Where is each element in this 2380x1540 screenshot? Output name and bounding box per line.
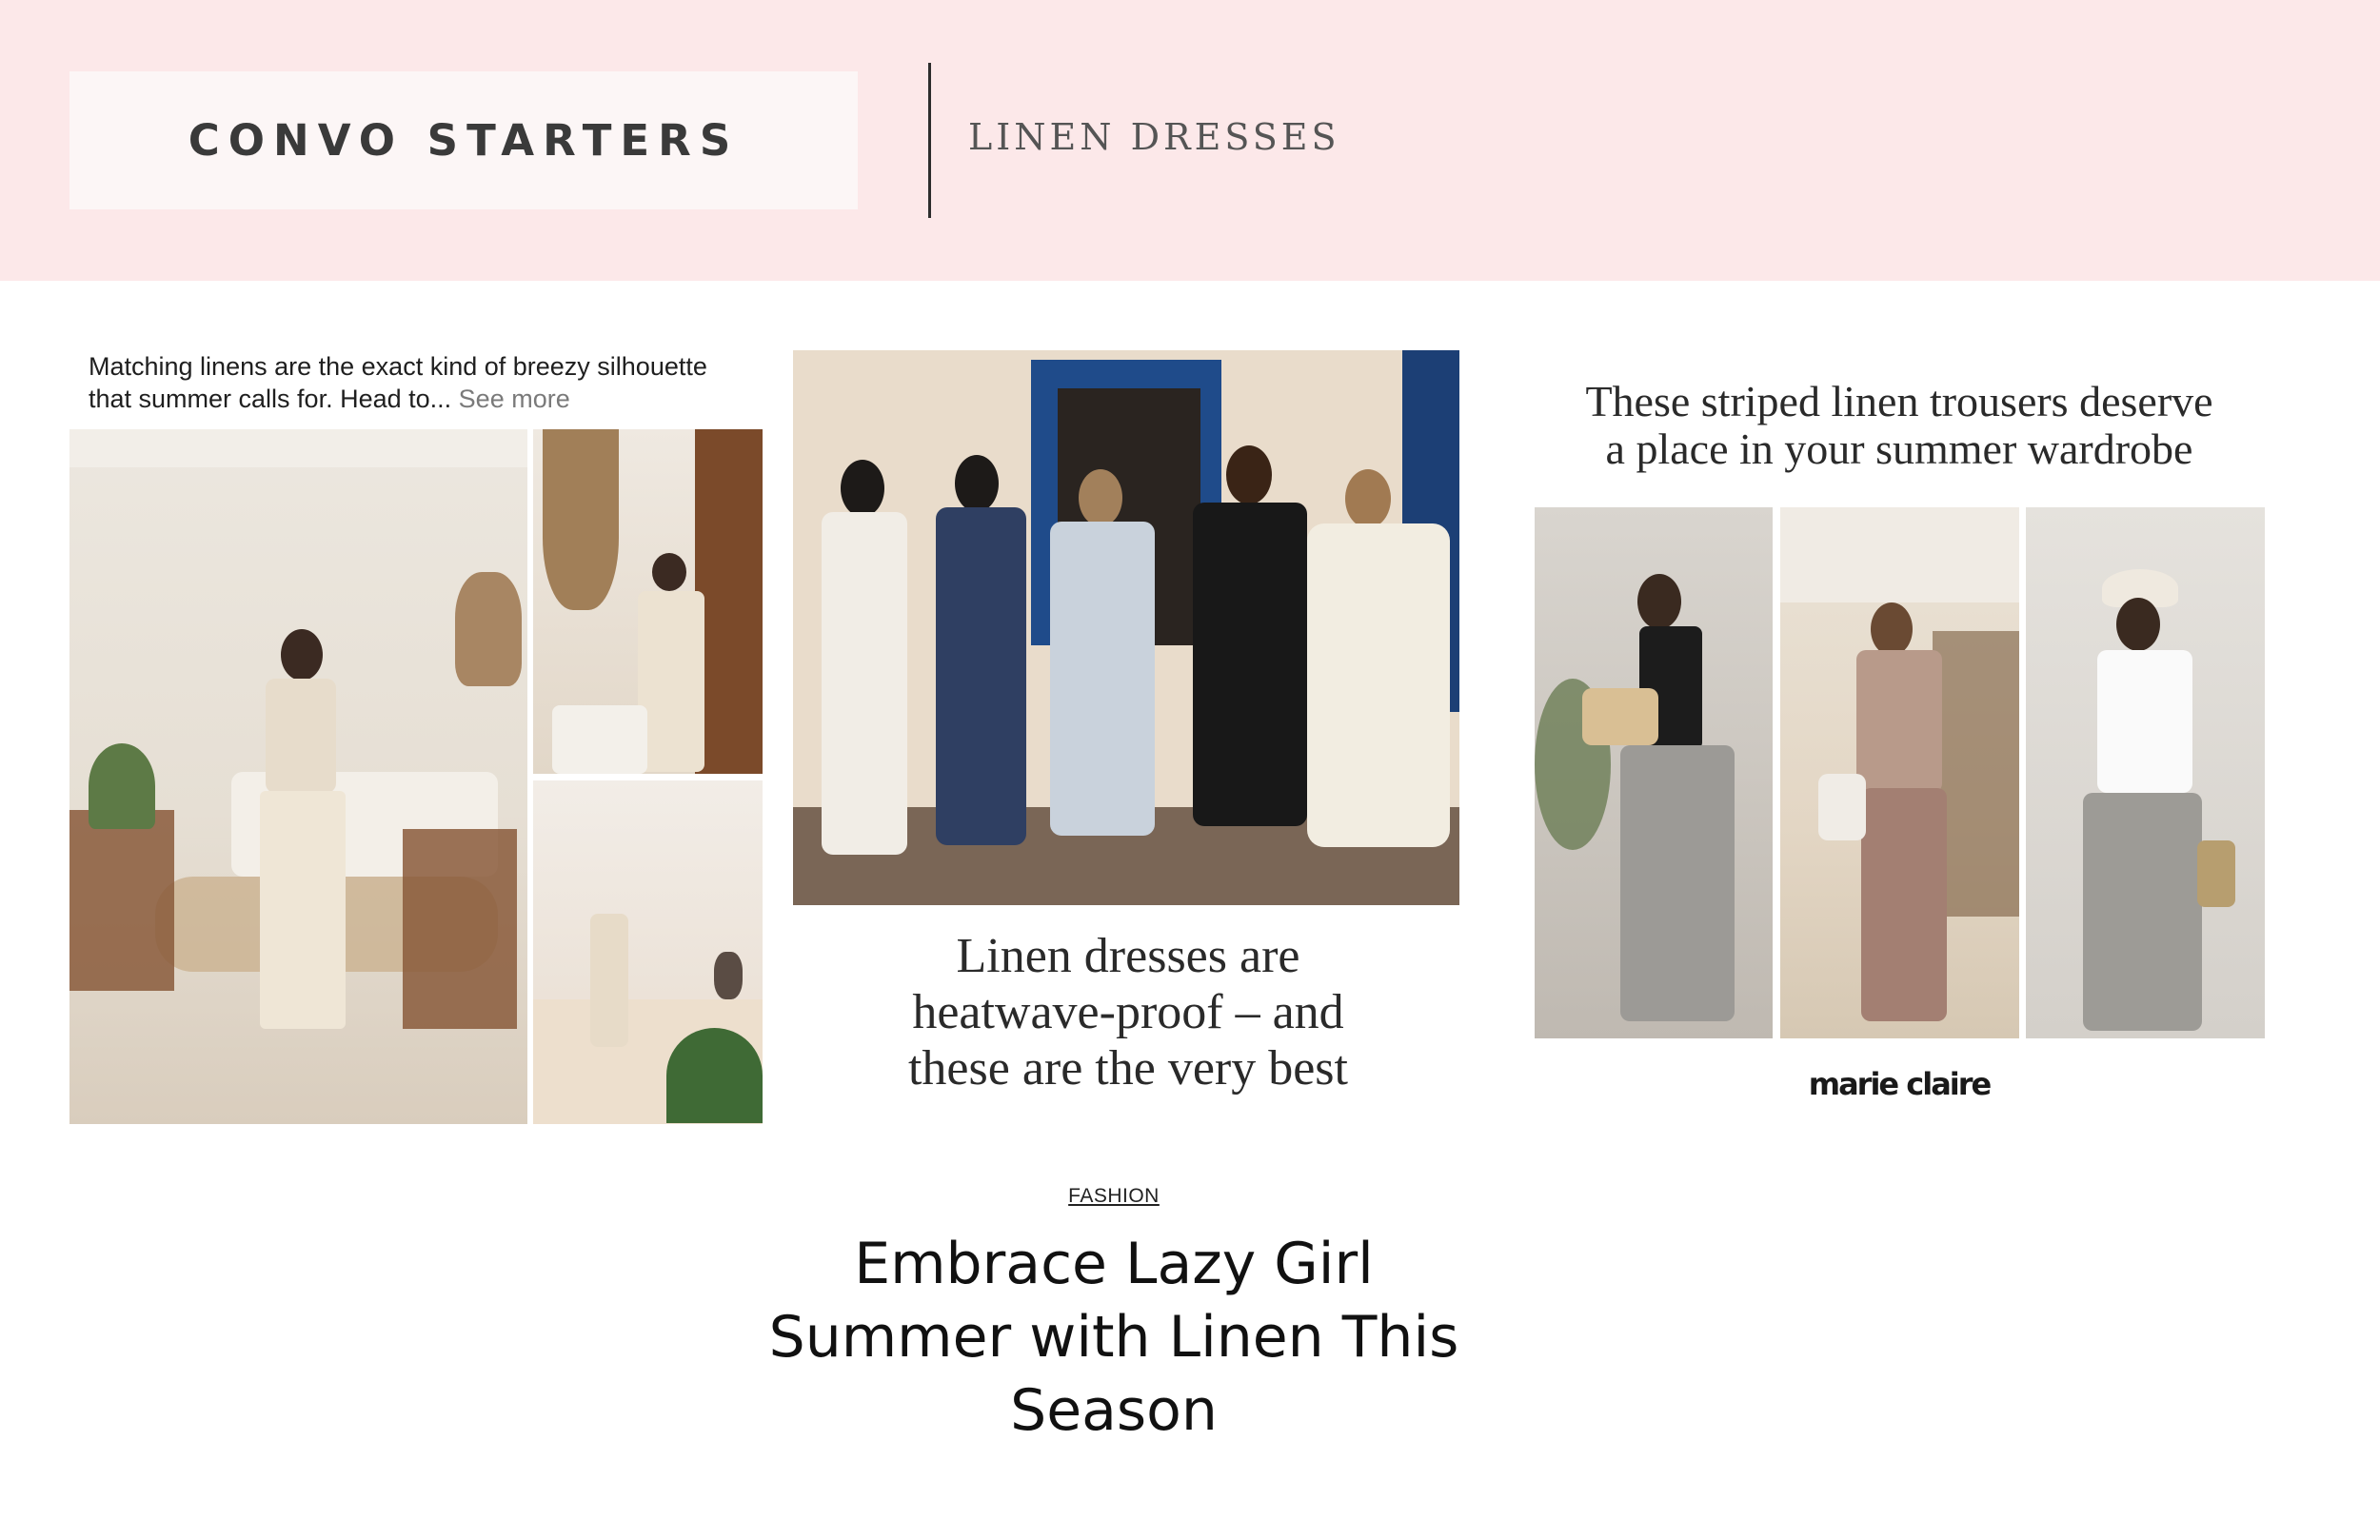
- striped-trousers-photo-3: [2026, 507, 2265, 1038]
- see-more-link[interactable]: See more: [459, 385, 570, 413]
- trousers-headline: These striped linen trousers deserve a p…: [1523, 378, 2275, 473]
- dresses-headline: Linen dresses are heatwave-proof – and t…: [795, 928, 1461, 1096]
- trousers-headline-line: These striped linen trousers deserve: [1585, 377, 2213, 425]
- article-title-line: Embrace Lazy Girl: [854, 1231, 1374, 1297]
- social-post-caption: Matching linens are the exact kind of br…: [89, 350, 755, 415]
- topic-title: LINEN DRESSES: [968, 116, 1340, 158]
- article-title-line: Summer with Linen This: [768, 1304, 1459, 1371]
- linen-set-staircase-photo: [533, 780, 763, 1124]
- linen-dresses-group-photo: [793, 350, 1459, 905]
- dresses-headline-line: heatwave-proof – and: [912, 985, 1344, 1039]
- dresses-headline-line: Linen dresses are: [956, 929, 1300, 983]
- linen-set-doorway-photo: [533, 429, 763, 774]
- category-tag-link[interactable]: FASHION: [1019, 1185, 1209, 1208]
- striped-trousers-photo-1: [1535, 507, 1773, 1038]
- caption-text: Matching linens are the exact kind of br…: [89, 352, 707, 413]
- linen-set-living-room-photo: [69, 429, 527, 1124]
- marie-claire-logo: marie claire: [1808, 1066, 1993, 1102]
- brand-box: CONVO STARTERS: [69, 71, 858, 209]
- article-title-line: Season: [1010, 1377, 1218, 1444]
- striped-trousers-photo-2: [1780, 507, 2019, 1038]
- trousers-headline-line: a place in your summer wardrobe: [1605, 424, 2193, 473]
- header-divider: [928, 63, 931, 218]
- article-title[interactable]: Embrace Lazy Girl Summer with Linen This…: [743, 1228, 1485, 1448]
- dresses-headline-line: these are the very best: [907, 1041, 1348, 1096]
- header-banner: CONVO STARTERS LINEN DRESSES: [0, 0, 2380, 281]
- brand-title: CONVO STARTERS: [188, 115, 740, 166]
